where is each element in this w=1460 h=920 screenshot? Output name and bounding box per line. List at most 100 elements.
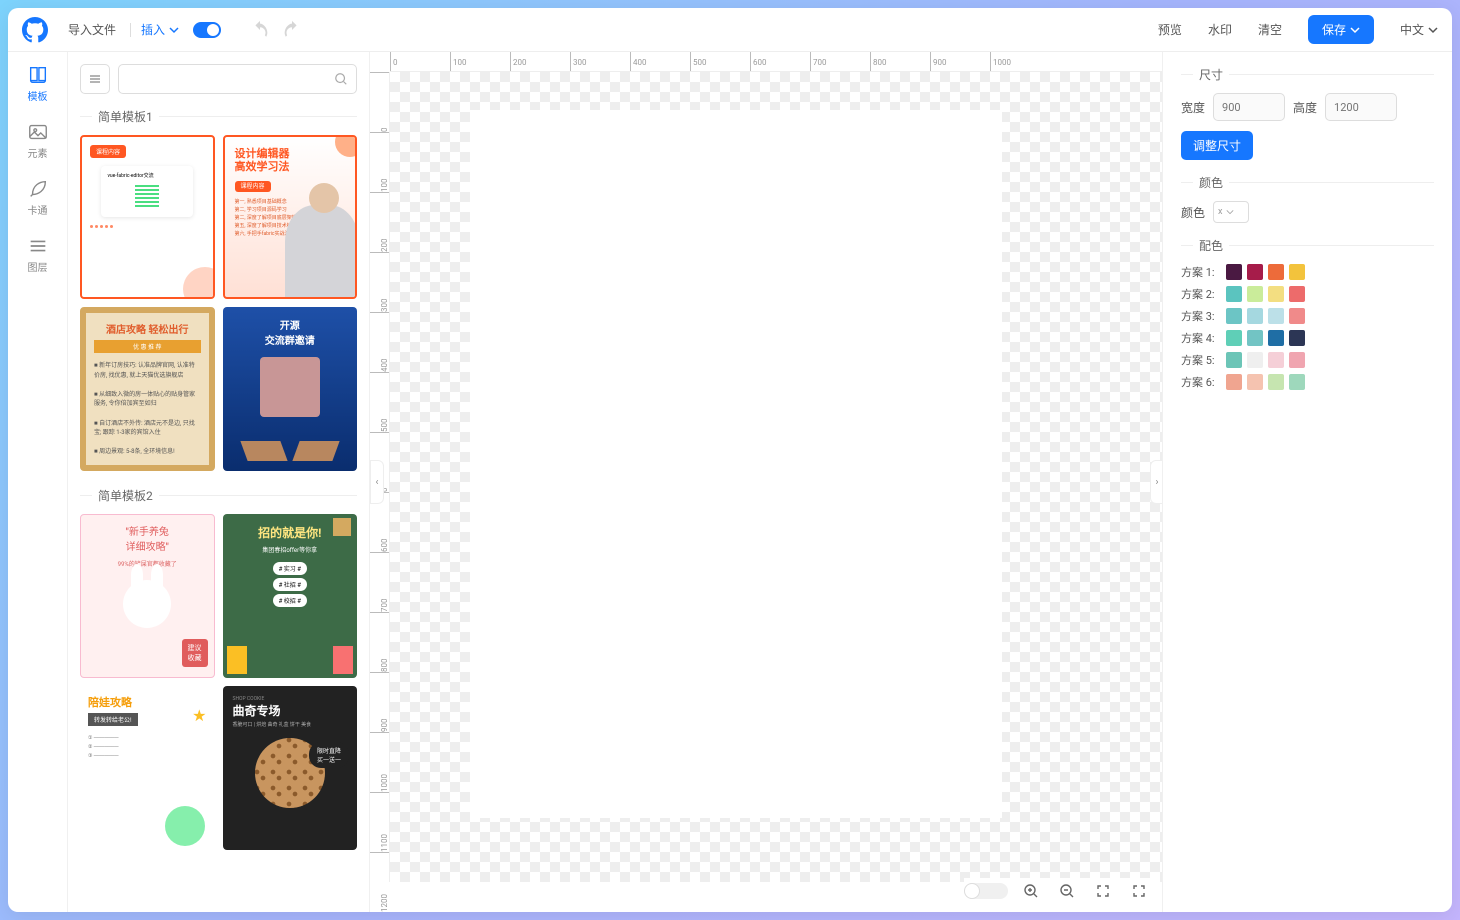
- width-input[interactable]: [1213, 93, 1285, 121]
- chevron-down-icon: [1226, 208, 1234, 216]
- section-header-palette: 配色: [1181, 237, 1434, 254]
- color-swatch: [1226, 286, 1242, 302]
- color-swatch: [1268, 330, 1284, 346]
- separator: [130, 23, 131, 37]
- canvas-area: ‹ › 01002003004005006007008009001000 010…: [370, 52, 1162, 912]
- color-swatch: [1247, 264, 1263, 280]
- clear-button[interactable]: 清空: [1258, 21, 1282, 38]
- color-scheme[interactable]: 方案 5:: [1181, 352, 1434, 368]
- template-thumb[interactable]: SHOP COOKIE 曲奇专场 香脆可口 | 烘焙 曲奇 礼盒 饼干 美食 限…: [223, 686, 358, 850]
- color-scheme[interactable]: 方案 6:: [1181, 374, 1434, 390]
- color-swatch: [1247, 308, 1263, 324]
- panel-menu-button[interactable]: [80, 64, 110, 94]
- ruler-horizontal: 01002003004005006007008009001000: [390, 52, 1162, 72]
- color-swatch: [1247, 330, 1263, 346]
- template-panel: 简单模板1 课程内容 vue-fabric-editor交流 设计编辑器 高效学…: [68, 52, 370, 912]
- height-input[interactable]: [1325, 93, 1397, 121]
- lines-icon: [27, 235, 49, 257]
- color-label: 颜色: [1181, 204, 1205, 221]
- undo-button[interactable]: [249, 19, 271, 41]
- sidenav-templates[interactable]: 模板: [27, 64, 49, 103]
- color-swatch: [1268, 286, 1284, 302]
- leaf-icon: [27, 178, 49, 200]
- color-scheme[interactable]: 方案 2:: [1181, 286, 1434, 302]
- height-label: 高度: [1293, 99, 1317, 116]
- insert-label: 插入: [141, 21, 165, 38]
- color-swatch: [1289, 264, 1305, 280]
- color-swatch: [1289, 308, 1305, 324]
- image-icon: [27, 121, 49, 143]
- search-icon: [334, 72, 348, 86]
- actual-size-button[interactable]: [1126, 878, 1152, 904]
- color-swatch: [1226, 308, 1242, 324]
- template-thumb[interactable]: 开源 交流群邀请: [223, 307, 358, 471]
- color-swatch: [1247, 374, 1263, 390]
- collapse-right-button[interactable]: ›: [1150, 460, 1162, 504]
- toggle-switch[interactable]: [193, 22, 221, 38]
- section-header-1: 简单模板1: [80, 108, 357, 125]
- sidenav-layers[interactable]: 图层: [27, 235, 49, 274]
- main-body: 模板 元素 卡通 图层: [8, 52, 1452, 912]
- zoom-out-button[interactable]: [1054, 878, 1080, 904]
- sidenav-cartoon[interactable]: 卡通: [27, 178, 49, 217]
- book-icon: [27, 64, 49, 86]
- color-swatch: [1247, 286, 1263, 302]
- redo-button[interactable]: [281, 19, 303, 41]
- watermark-button[interactable]: 水印: [1208, 21, 1232, 38]
- template-thumb[interactable]: 招的就是你! 集团春招offer等你拿 # 实习 # # 社招 # # 校招 #: [223, 514, 358, 678]
- artboard[interactable]: [470, 110, 1002, 818]
- chevron-down-icon: [1350, 25, 1360, 35]
- resize-button[interactable]: 调整尺寸: [1181, 131, 1253, 160]
- search-input[interactable]: [127, 72, 334, 86]
- color-swatch: [1289, 352, 1305, 368]
- chevron-down-icon: [169, 25, 179, 35]
- color-scheme[interactable]: 方案 3:: [1181, 308, 1434, 324]
- template-thumb[interactable]: 设计编辑器 高效学习法 课程内容 第一, 熟悉项目基础概念 第二, 学习项目源码…: [223, 135, 358, 299]
- color-scheme[interactable]: 方案 1:: [1181, 264, 1434, 280]
- sidenav-label: 卡通: [28, 202, 48, 217]
- save-label: 保存: [1322, 21, 1346, 38]
- template-thumb[interactable]: 课程内容 vue-fabric-editor交流: [80, 135, 215, 299]
- section-header-2: 简单模板2: [80, 487, 357, 504]
- topbar: 导入文件 插入 预览 水印 清空 保存 中文: [8, 8, 1452, 52]
- import-button[interactable]: 导入文件: [64, 21, 120, 38]
- fit-screen-button[interactable]: [1090, 878, 1116, 904]
- language-label: 中文: [1400, 21, 1424, 38]
- color-swatch: [1289, 286, 1305, 302]
- color-swatch: [1268, 352, 1284, 368]
- color-swatch: [1289, 374, 1305, 390]
- color-swatch: [1226, 374, 1242, 390]
- color-swatch: [1226, 264, 1242, 280]
- color-swatch: [1247, 352, 1263, 368]
- side-nav: 模板 元素 卡通 图层: [8, 52, 68, 912]
- color-swatch: [1268, 374, 1284, 390]
- template-thumb[interactable]: "新手养兔 详细攻略" 99%的铲屎官都收藏了 建议 收藏: [80, 514, 215, 678]
- preview-button[interactable]: 预览: [1158, 21, 1182, 38]
- topbar-right: 预览 水印 清空 保存 中文: [1158, 15, 1438, 44]
- section-header-color: 颜色: [1181, 174, 1434, 191]
- canvas-checker[interactable]: [390, 72, 1162, 882]
- color-swatch: [1289, 330, 1305, 346]
- search-input-wrapper[interactable]: [118, 64, 357, 94]
- color-swatch: [1226, 352, 1242, 368]
- zoom-toolbar: [964, 878, 1152, 904]
- zoom-slider[interactable]: [964, 883, 1008, 899]
- sidenav-label: 元素: [28, 145, 48, 160]
- color-picker[interactable]: x: [1213, 201, 1249, 223]
- undo-redo-group: [249, 19, 303, 41]
- color-scheme[interactable]: 方案 4:: [1181, 330, 1434, 346]
- zoom-in-button[interactable]: [1018, 878, 1044, 904]
- collapse-left-button[interactable]: ‹: [370, 460, 384, 504]
- insert-dropdown[interactable]: 插入: [141, 21, 179, 38]
- sidenav-label: 图层: [28, 259, 48, 274]
- color-swatch: [1268, 264, 1284, 280]
- template-thumb[interactable]: 酒店攻略 轻松出行 优 惠 推 荐 ■ 新年订房技巧: 认准品牌官网, 认准特价…: [80, 307, 215, 471]
- app-window: 导入文件 插入 预览 水印 清空 保存 中文: [8, 8, 1452, 912]
- github-icon[interactable]: [22, 17, 48, 43]
- language-dropdown[interactable]: 中文: [1400, 21, 1438, 38]
- template-thumb[interactable]: 陪娃攻略 转发转给老公! ★ ① ───────② ───────③ ─────…: [80, 686, 215, 850]
- sidenav-elements[interactable]: 元素: [27, 121, 49, 160]
- color-swatch: [1226, 330, 1242, 346]
- section-header-size: 尺寸: [1181, 66, 1434, 83]
- save-button[interactable]: 保存: [1308, 15, 1374, 44]
